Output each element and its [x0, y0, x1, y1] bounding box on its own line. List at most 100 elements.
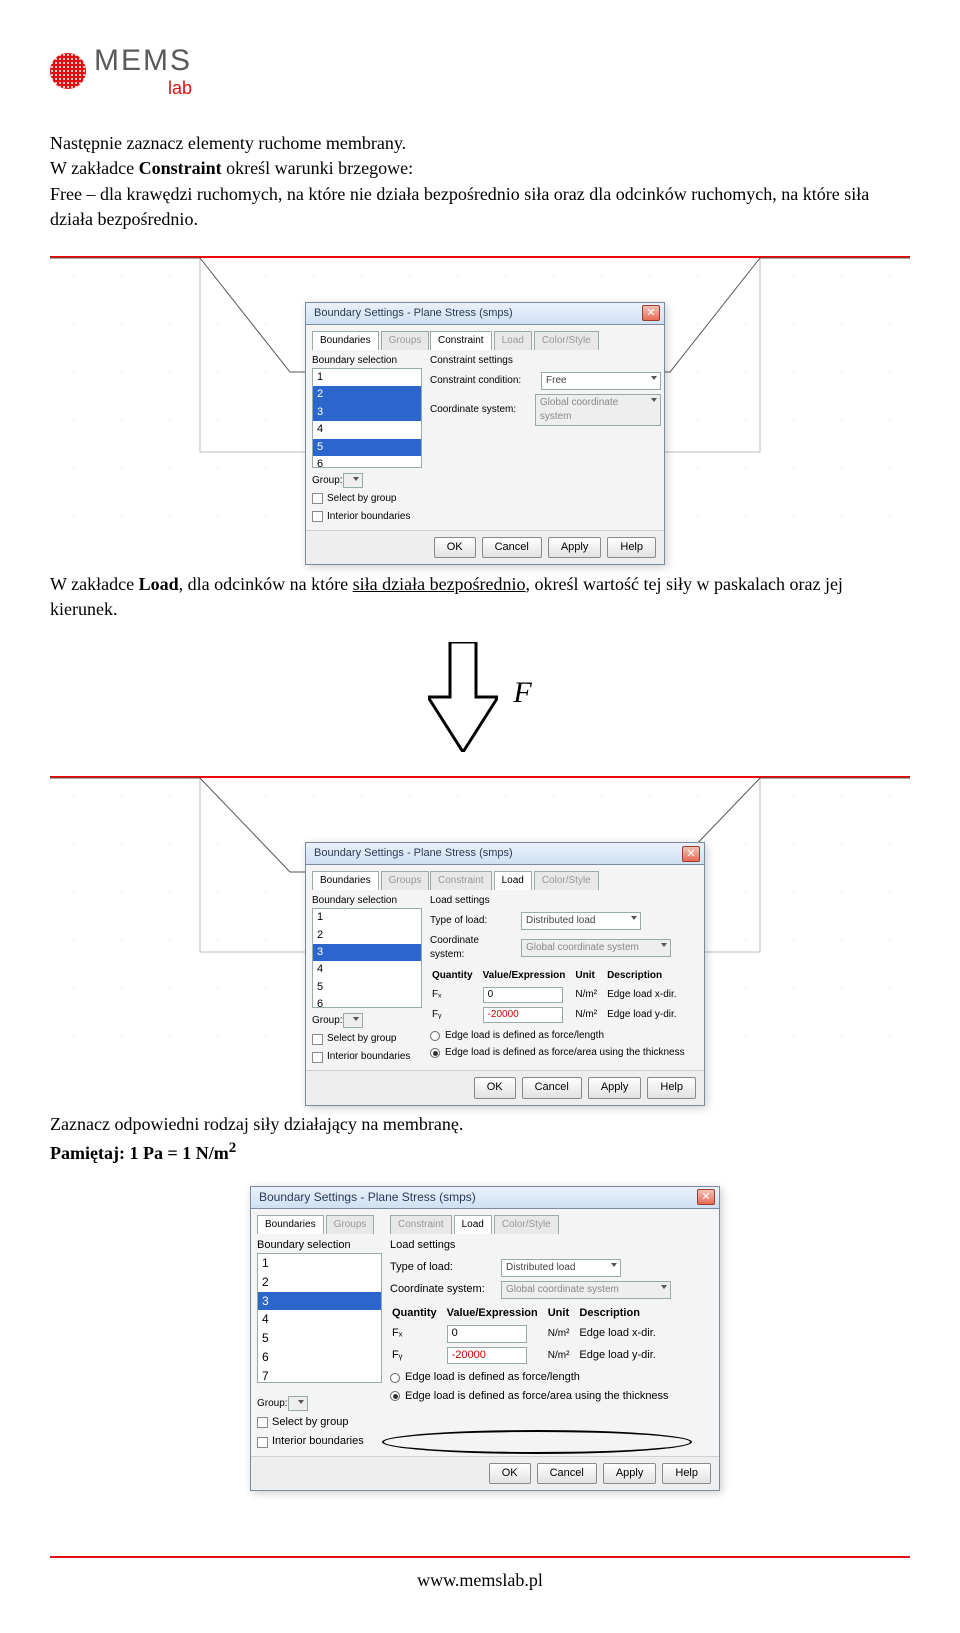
tab-colorstyle[interactable]: Color/Style — [534, 871, 599, 890]
list-item[interactable]: 4 — [313, 961, 421, 978]
tab-load[interactable]: Load — [494, 331, 532, 350]
group-label: Group: — [257, 1398, 288, 1409]
interior-boundaries-label: Interior boundaries — [272, 1434, 364, 1449]
cancel-button[interactable]: Cancel — [522, 1077, 582, 1098]
cell-fx-desc: Edge load x-dir. — [607, 986, 685, 1004]
tab-constraint[interactable]: Constraint — [390, 1215, 452, 1234]
list-item[interactable]: 3 — [313, 944, 421, 961]
apply-button[interactable]: Apply — [548, 537, 602, 558]
list-item[interactable]: 6 — [313, 456, 421, 468]
tab-colorstyle[interactable]: Color/Style — [534, 331, 599, 350]
list-item[interactable]: 2 — [313, 386, 421, 403]
para3-a: Zaznacz odpowiedni rodzaj siły działając… — [50, 1114, 463, 1134]
boundary-list[interactable]: 12345678 — [312, 908, 422, 1008]
coord-sys-select[interactable]: Global coordinate system — [535, 394, 661, 426]
tab-load[interactable]: Load — [454, 1215, 492, 1234]
list-item[interactable]: 1 — [313, 909, 421, 926]
checkbox-interior-boundaries[interactable]: Interior boundaries — [312, 510, 422, 524]
table-row: Fₓ 0 N/m² Edge load x-dir. — [392, 1324, 664, 1343]
close-icon[interactable]: ✕ — [682, 846, 700, 862]
ok-button[interactable]: OK — [434, 537, 476, 558]
type-of-load-select[interactable]: Distributed load — [521, 912, 641, 930]
apply-button[interactable]: Apply — [603, 1463, 657, 1484]
tab-constraint[interactable]: Constraint — [430, 871, 492, 890]
help-button[interactable]: Help — [607, 537, 656, 558]
list-item[interactable]: 4 — [313, 421, 421, 438]
type-of-load-label: Type of load: — [430, 914, 515, 928]
para-3: Zaznacz odpowiedni rodzaj siły działając… — [50, 1112, 910, 1165]
chevron-down-icon — [651, 398, 657, 402]
list-item[interactable]: 5 — [313, 439, 421, 456]
table-row: Fᵧ -20000 N/m² Edge load y-dir. — [432, 1006, 685, 1024]
tab-boundaries[interactable]: Boundaries — [312, 871, 379, 890]
list-item[interactable]: 1 — [258, 1254, 381, 1273]
load-settings-label: Load settings — [390, 1238, 713, 1253]
cancel-button[interactable]: Cancel — [482, 537, 542, 558]
list-item[interactable]: 6 — [258, 1348, 381, 1367]
list-item[interactable]: 7 — [258, 1367, 381, 1383]
checkbox-select-by-group[interactable]: Select by group — [257, 1415, 382, 1430]
th-unit: Unit — [548, 1305, 578, 1322]
group-select[interactable] — [288, 1396, 308, 1411]
tab-constraint[interactable]: Constraint — [430, 331, 492, 350]
radio-force-area[interactable]: Edge load is defined as force/area using… — [430, 1046, 698, 1060]
load-table: Quantity Value/Expression Unit Descripti… — [430, 966, 687, 1026]
ok-button[interactable]: OK — [489, 1463, 531, 1484]
fx-input[interactable]: 0 — [447, 1325, 527, 1342]
footer-divider — [50, 1556, 910, 1558]
constraint-condition-select[interactable]: Free — [541, 372, 661, 390]
footer-url: www.memslab.pl — [50, 1568, 910, 1593]
boundary-list[interactable]: 12345678 — [312, 368, 422, 468]
fy-input[interactable]: -20000 — [483, 1007, 563, 1023]
radio-force-length[interactable]: Edge load is defined as force/length — [430, 1029, 698, 1043]
coord-sys-select[interactable]: Global coordinate system — [521, 939, 671, 957]
ok-button[interactable]: OK — [474, 1077, 516, 1098]
list-item[interactable]: 5 — [313, 979, 421, 996]
group-select[interactable] — [343, 1013, 363, 1028]
radio-force-length[interactable]: Edge load is defined as force/length — [390, 1370, 713, 1385]
cancel-button[interactable]: Cancel — [537, 1463, 597, 1484]
chevron-down-icon — [631, 916, 637, 920]
th-quantity: Quantity — [432, 968, 481, 984]
close-icon[interactable]: ✕ — [697, 1189, 715, 1205]
checkbox-interior-boundaries[interactable]: Interior boundaries — [312, 1050, 422, 1064]
dialog-boundary-load: Boundary Settings - Plane Stress (smps) … — [305, 842, 705, 1105]
select-by-group-label: Select by group — [327, 492, 397, 506]
list-item[interactable]: 5 — [258, 1329, 381, 1348]
checkbox-select-by-group[interactable]: Select by group — [312, 1032, 422, 1046]
radio-force-area[interactable]: Edge load is defined as force/area using… — [390, 1389, 713, 1404]
fy-input[interactable]: -20000 — [447, 1347, 527, 1364]
tab-load[interactable]: Load — [494, 871, 532, 890]
list-item[interactable]: 2 — [258, 1273, 381, 1292]
tab-boundaries[interactable]: Boundaries — [312, 331, 379, 350]
list-item[interactable]: 3 — [258, 1292, 381, 1311]
interior-boundaries-label: Interior boundaries — [327, 510, 410, 524]
apply-button[interactable]: Apply — [588, 1077, 642, 1098]
tab-groups[interactable]: Groups — [326, 1215, 375, 1234]
list-item[interactable]: 1 — [313, 369, 421, 386]
list-item[interactable]: 6 — [313, 996, 421, 1008]
group-select[interactable] — [343, 473, 363, 488]
tab-boundaries[interactable]: Boundaries — [257, 1215, 324, 1234]
help-button[interactable]: Help — [647, 1077, 696, 1098]
checkbox-interior-boundaries[interactable]: Interior boundaries — [257, 1434, 382, 1449]
th-unit: Unit — [575, 968, 605, 984]
figure-constraint: Boundary Settings - Plane Stress (smps) … — [50, 252, 910, 532]
fx-input[interactable]: 0 — [483, 987, 563, 1003]
th-value: Value/Expression — [447, 1305, 546, 1322]
tab-groups[interactable]: Groups — [381, 331, 430, 350]
tab-groups[interactable]: Groups — [381, 871, 430, 890]
checkbox-select-by-group[interactable]: Select by group — [312, 492, 422, 506]
list-item[interactable]: 4 — [258, 1310, 381, 1329]
th-desc: Description — [579, 1305, 663, 1322]
type-of-load-select[interactable]: Distributed load — [501, 1259, 621, 1277]
help-button[interactable]: Help — [662, 1463, 711, 1484]
para1-s1a: W zakładce — [50, 158, 139, 178]
list-item[interactable]: 2 — [313, 927, 421, 944]
close-icon[interactable]: ✕ — [642, 305, 660, 321]
boundary-list[interactable]: 12345678 — [257, 1253, 382, 1383]
table-row: Fᵧ -20000 N/m² Edge load y-dir. — [392, 1346, 664, 1365]
tab-colorstyle[interactable]: Color/Style — [494, 1215, 559, 1234]
coord-sys-select[interactable]: Global coordinate system — [501, 1281, 671, 1299]
list-item[interactable]: 3 — [313, 404, 421, 421]
